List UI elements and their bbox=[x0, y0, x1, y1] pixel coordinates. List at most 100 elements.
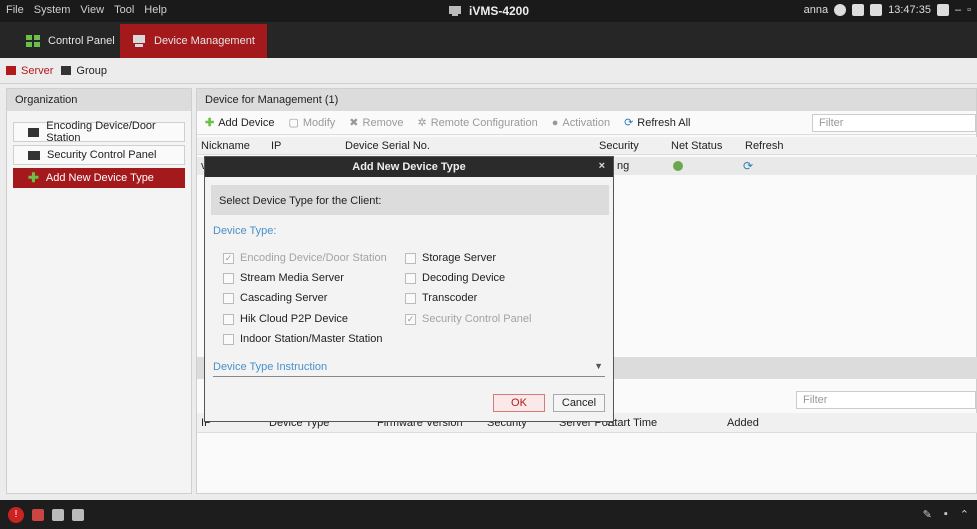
language-icon[interactable] bbox=[834, 4, 847, 16]
col-net-status[interactable]: Net Status bbox=[671, 140, 722, 152]
tab-control-panel[interactable]: Control Panel bbox=[14, 24, 127, 58]
org-item-add-new-device-type[interactable]: ✚ Add New Device Type bbox=[13, 168, 185, 188]
checkbox-stream-media-server[interactable]: Stream Media Server bbox=[223, 272, 344, 284]
menu-tool[interactable]: Tool bbox=[114, 4, 134, 16]
org-item-label: Encoding Device/Door Station bbox=[46, 120, 156, 144]
close-icon[interactable]: × bbox=[599, 160, 605, 172]
user-name: anna bbox=[803, 4, 829, 16]
add-device-label: Add Device bbox=[218, 116, 275, 129]
refresh-icon[interactable]: ⟳ bbox=[743, 159, 753, 173]
activation-button[interactable]: ● Activation bbox=[552, 117, 610, 129]
add-device-button[interactable]: ✚ Add Device bbox=[205, 116, 275, 130]
alarm-icon[interactable]: ! bbox=[8, 507, 24, 523]
remove-button[interactable]: ✖ Remove bbox=[349, 116, 403, 130]
plus-icon: ✚ bbox=[205, 117, 215, 129]
app-title-text: iVMS-4200 bbox=[469, 4, 530, 18]
menu-bar: File System View Tool Help bbox=[6, 4, 167, 16]
audio-icon[interactable] bbox=[72, 509, 84, 521]
checkbox-icon bbox=[223, 272, 234, 284]
checkbox-transcoder[interactable]: Transcoder bbox=[405, 292, 477, 304]
checkbox-label: Decoding Device bbox=[422, 272, 506, 284]
remove-icon: ✖ bbox=[349, 117, 359, 129]
col-refresh[interactable]: Refresh bbox=[745, 140, 784, 152]
window-icon[interactable]: ▪ bbox=[944, 508, 948, 521]
expand-icon[interactable]: ⌃ bbox=[960, 508, 969, 521]
title-bar: File System View Tool Help iVMS-4200 ann… bbox=[0, 0, 977, 22]
module-tab-bar: Control Panel Device Management bbox=[0, 22, 977, 58]
checkbox-icon bbox=[405, 272, 416, 284]
dialog-title-bar: Add New Device Type × bbox=[205, 157, 613, 177]
dialog-prompt: Select Device Type for the Client: bbox=[211, 185, 609, 215]
activation-icon: ● bbox=[551, 116, 559, 129]
checkbox-security-control-panel[interactable]: ✓ Security Control Panel bbox=[405, 313, 531, 325]
encoding-device-icon bbox=[28, 127, 40, 137]
group-icon bbox=[61, 66, 72, 75]
col-added[interactable]: Added bbox=[727, 417, 759, 429]
org-item-label: Add New Device Type bbox=[45, 172, 154, 184]
subtab-group[interactable]: Group bbox=[61, 65, 107, 77]
checkbox-label: Transcoder bbox=[422, 292, 478, 304]
app-logo-icon bbox=[449, 6, 461, 16]
title-tray: anna 13:47:35 – ▫ bbox=[804, 4, 971, 16]
refresh-icon: ⟳ bbox=[624, 117, 634, 129]
checkbox-label: Security Control Panel bbox=[422, 313, 532, 325]
calendar-icon[interactable] bbox=[870, 4, 883, 16]
chevron-down-icon: ▼ bbox=[594, 361, 603, 371]
menu-file[interactable]: File bbox=[6, 4, 24, 16]
remote-configuration-label: Remote Configuration bbox=[430, 116, 538, 129]
col-serial[interactable]: Device Serial No. bbox=[345, 140, 430, 152]
checkbox-label: Indoor Station/Master Station bbox=[240, 333, 383, 345]
checkbox-checked-icon: ✓ bbox=[223, 252, 234, 264]
plus-icon: ✚ bbox=[28, 170, 39, 185]
checkbox-label: Hik Cloud P2P Device bbox=[240, 313, 349, 325]
refresh-all-button[interactable]: ⟳ Refresh All bbox=[624, 116, 690, 130]
col-start-time[interactable]: Start Time bbox=[607, 417, 657, 429]
device-type-instruction-toggle[interactable]: Device Type Instruction ▼ bbox=[213, 361, 605, 377]
col-security[interactable]: Security bbox=[599, 140, 639, 152]
col-nickname[interactable]: Nickname bbox=[201, 140, 250, 152]
pin-icon[interactable]: ✎ bbox=[923, 508, 932, 521]
organization-panel: Organization Encoding Device/Door Statio… bbox=[6, 88, 192, 494]
checkbox-icon bbox=[405, 252, 416, 264]
checkbox-label: Cascading Server bbox=[240, 292, 328, 304]
checkbox-decoding-device[interactable]: Decoding Device bbox=[405, 272, 505, 284]
tab-control-panel-label: Control Panel bbox=[48, 35, 115, 47]
checkbox-hik-cloud-p2p[interactable]: Hik Cloud P2P Device bbox=[223, 313, 348, 325]
modify-button[interactable]: ▢ Modify bbox=[288, 116, 336, 130]
net-status-ok-icon bbox=[673, 161, 683, 171]
restore-icon[interactable]: ▫ bbox=[967, 4, 971, 16]
checkbox-icon bbox=[223, 333, 234, 345]
subtab-server[interactable]: Server bbox=[6, 65, 53, 77]
record-icon[interactable] bbox=[52, 509, 64, 521]
menu-help[interactable]: Help bbox=[144, 4, 167, 16]
device-management-icon bbox=[133, 35, 145, 47]
checkbox-storage-server[interactable]: Storage Server bbox=[405, 252, 496, 264]
event-icon[interactable] bbox=[32, 509, 44, 521]
checkbox-label: Encoding Device/Door Station bbox=[240, 252, 387, 264]
menu-view[interactable]: View bbox=[80, 4, 104, 16]
status-bar: ! ✎ ▪ ⌃ bbox=[0, 500, 977, 529]
menu-system[interactable]: System bbox=[34, 4, 71, 16]
keyboard-icon[interactable] bbox=[852, 4, 865, 16]
view-switcher: Server Group bbox=[0, 58, 977, 84]
security-panel-icon bbox=[28, 150, 40, 160]
gear-icon: ✲ bbox=[417, 117, 427, 129]
minimize-icon[interactable]: – bbox=[955, 4, 961, 16]
checkbox-encoding-device[interactable]: ✓ Encoding Device/Door Station bbox=[223, 252, 387, 264]
checkbox-icon bbox=[405, 292, 416, 304]
online-filter-input[interactable]: Filter bbox=[796, 391, 976, 409]
device-filter-input[interactable]: Filter bbox=[812, 114, 976, 132]
status-icons: ! bbox=[8, 507, 84, 523]
checkbox-cascading-server[interactable]: Cascading Server bbox=[223, 292, 327, 304]
cancel-button[interactable]: Cancel bbox=[553, 394, 605, 412]
org-item-encoding-device[interactable]: Encoding Device/Door Station bbox=[13, 120, 185, 144]
ok-button[interactable]: OK bbox=[493, 394, 545, 412]
modify-label: Modify bbox=[302, 116, 336, 129]
lock-icon[interactable] bbox=[936, 4, 949, 16]
tab-device-management[interactable]: Device Management bbox=[120, 24, 267, 58]
remote-configuration-button[interactable]: ✲ Remote Configuration bbox=[417, 116, 538, 130]
org-item-security-control-panel[interactable]: Security Control Panel bbox=[13, 145, 185, 165]
tab-device-management-label: Device Management bbox=[154, 35, 255, 47]
checkbox-indoor-station[interactable]: Indoor Station/Master Station bbox=[223, 333, 382, 345]
col-ip[interactable]: IP bbox=[271, 140, 281, 152]
